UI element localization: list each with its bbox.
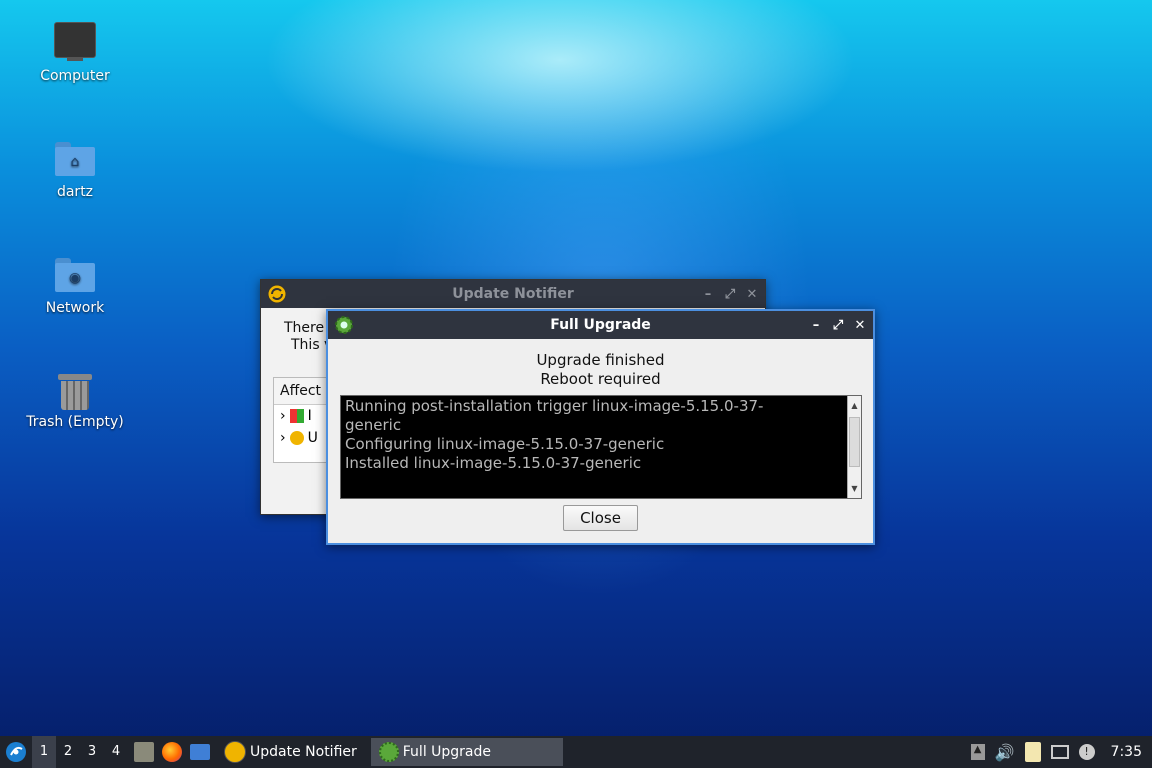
update-notifier-icon [267,284,287,304]
volume-icon[interactable]: 🔊 [995,743,1015,762]
full-upgrade-window[interactable]: Full Upgrade – ⤢ ✕ Upgrade finished Rebo… [326,309,875,545]
taskbar: 1 2 3 4 Update Notifier Full Upgrade ▲ 🔊… [0,736,1152,768]
network-folder-icon: ◉ [55,258,95,292]
install-log[interactable]: Running post-installation trigger linux-… [340,395,862,499]
desktop-icon-label: Network [45,300,105,316]
status-line: Upgrade finished [536,351,665,369]
desktop-icon-label: Computer [40,68,110,84]
lubuntu-logo-icon [6,742,26,762]
computer-icon [54,22,96,61]
workspace-1[interactable]: 1 [32,736,56,768]
firefox-launcher-icon[interactable] [162,742,182,762]
network-icon[interactable] [1050,745,1069,759]
task-update-notifier[interactable]: Update Notifier [216,738,365,766]
log-line: Configuring linux-image-5.15.0-37-generi… [345,435,665,453]
gear-icon [335,316,353,334]
expand-chevron-icon[interactable]: › [280,408,286,424]
maximize-icon[interactable]: ⤢ [831,318,845,333]
desktop-launcher-icon[interactable] [190,744,210,760]
log-line: Running post-installation trigger linux-… [345,397,764,415]
desktop-icon-network[interactable]: ◉ Network [20,258,130,316]
log-line: Installed linux-image-5.15.0-37-generic [345,454,642,472]
tree-item-label: I [307,408,312,424]
clock[interactable]: 7:35 [1111,744,1142,760]
scroll-down-icon[interactable]: ▼ [848,479,861,498]
close-icon[interactable]: ✕ [853,318,867,333]
window-titlebar[interactable]: Update Notifier – ⤢ ✕ [261,280,765,308]
desktop-icon-computer[interactable]: Computer [20,22,130,84]
task-label: Full Upgrade [402,744,492,760]
update-notifier-icon [224,741,246,763]
clipboard-icon[interactable] [1024,742,1041,762]
desktop-icon-home[interactable]: ⌂ dartz [20,142,130,200]
upgrade-status: Upgrade finished Reboot required [328,351,873,389]
task-full-upgrade[interactable]: Full Upgrade [370,738,563,766]
desktop-icon-label: Trash (Empty) [26,414,124,430]
desktop-icon-label: dartz [56,184,94,200]
log-line: generic [345,416,402,434]
window-title: Update Notifier [452,286,574,302]
trash-icon [58,372,92,410]
home-folder-icon: ⌂ [55,142,95,176]
notifier-message-line: There [284,320,325,336]
workspace-2[interactable]: 2 [56,736,80,768]
status-line: Reboot required [540,370,661,388]
window-titlebar[interactable]: Full Upgrade – ⤢ ✕ [328,311,873,339]
minimize-icon[interactable]: – [701,287,715,302]
scroll-thumb[interactable] [849,417,860,467]
tree-item-label: U [307,430,318,446]
scroll-up-icon[interactable]: ▲ [848,396,861,415]
tray-update-icon[interactable]: ▲ [970,744,985,760]
workspace-3[interactable]: 3 [80,736,104,768]
file-manager-launcher-icon[interactable] [134,742,154,762]
window-title: Full Upgrade [550,317,651,333]
desktop-icon-trash[interactable]: Trash (Empty) [20,372,130,430]
close-icon[interactable]: ✕ [745,287,759,302]
package-icon [289,409,304,423]
expand-chevron-icon[interactable]: › [280,430,286,446]
notification-icon[interactable]: ! [1078,744,1095,760]
maximize-icon[interactable]: ⤢ [723,287,737,302]
update-icon [289,431,304,445]
minimize-icon[interactable]: – [809,318,823,333]
workspace-4[interactable]: 4 [104,736,128,768]
close-button[interactable]: Close [563,505,638,531]
start-menu-button[interactable] [0,736,32,768]
task-label: Update Notifier [250,744,357,760]
gear-icon [378,742,399,762]
log-scrollbar[interactable]: ▲ ▼ [847,396,861,498]
